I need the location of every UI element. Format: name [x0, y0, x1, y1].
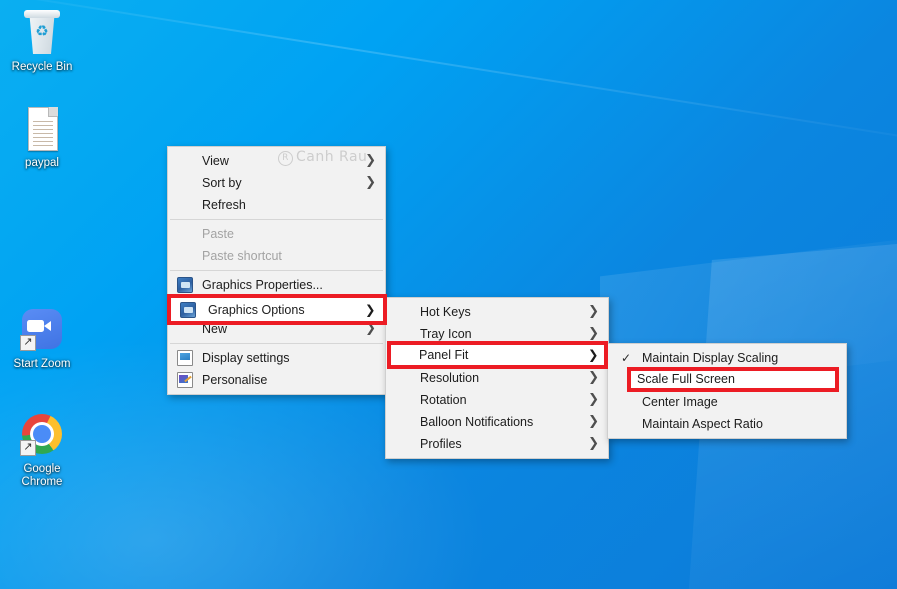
desktop-icon-recycle-bin[interactable]: ♻ Recycle Bin	[4, 8, 80, 74]
menu-item-label: Maintain Display Scaling	[642, 351, 779, 365]
menu-item-label: Scale Full Screen	[642, 373, 740, 387]
desktop-icon-label: Google Chrome	[21, 463, 63, 488]
menu-item-label: Hot Keys	[420, 305, 471, 319]
chevron-right-icon: ❯	[365, 153, 376, 168]
chevron-right-icon: ❯	[365, 175, 376, 190]
menu-item-paste-shortcut: Paste shortcut	[168, 245, 385, 267]
recycle-symbol-glyph: ♻	[35, 23, 49, 40]
menu-item-label: New	[202, 322, 228, 336]
recycle-bin-icon: ♻	[18, 8, 66, 56]
menu-item-label: Sort by	[202, 176, 242, 190]
menu-item-label: Graphics Options	[202, 300, 299, 314]
menu-item-label: Paste	[202, 227, 234, 241]
display-monitor-icon	[177, 350, 193, 366]
desktop[interactable]: ♻ Recycle Bin paypal ↗ Start Zoom ↗ Goog…	[0, 0, 897, 589]
chevron-right-icon: ❯	[365, 299, 376, 314]
text-document-icon	[18, 104, 66, 152]
menu-item-maintain-aspect-ratio[interactable]: Maintain Aspect Ratio	[608, 413, 846, 435]
menu-item-label: Rotation	[420, 393, 467, 407]
menu-item-label: Panel Fit	[420, 349, 470, 363]
menu-item-balloon-notifications[interactable]: Balloon Notifications ❯	[386, 411, 608, 433]
menu-item-paste: Paste	[168, 223, 385, 245]
graphics-options-submenu[interactable]: Hot Keys ❯ Tray Icon ❯ Panel Fit ❯ Resol…	[385, 297, 609, 459]
menu-item-label: Personalise	[202, 373, 268, 387]
intel-graphics-icon	[177, 277, 193, 293]
menu-item-scale-full-screen[interactable]: Scale Full Screen	[608, 369, 846, 391]
menu-item-resolution[interactable]: Resolution ❯	[386, 367, 608, 389]
menu-item-graphics-properties[interactable]: Graphics Properties...	[168, 274, 385, 296]
menu-separator	[170, 343, 383, 344]
menu-item-view[interactable]: View ❯	[168, 150, 385, 172]
menu-item-tray-icon[interactable]: Tray Icon ❯	[386, 323, 608, 345]
desktop-icon-label: paypal	[25, 157, 59, 169]
menu-item-maintain-display-scaling[interactable]: ✓ Maintain Display Scaling	[608, 347, 846, 369]
menu-item-center-image[interactable]: Center Image	[608, 391, 846, 413]
menu-item-graphics-options[interactable]: Graphics Options ❯	[168, 296, 385, 318]
chevron-right-icon: ❯	[588, 304, 599, 319]
desktop-icon-google-chrome[interactable]: ↗ Google Chrome	[4, 410, 80, 489]
menu-item-display-settings[interactable]: Display settings	[168, 347, 385, 369]
menu-item-label: Display settings	[202, 351, 290, 365]
menu-item-label: Tray Icon	[420, 327, 472, 341]
zoom-app-icon: ↗	[18, 305, 66, 353]
menu-item-profiles[interactable]: Profiles ❯	[386, 433, 608, 455]
shortcut-arrow-icon: ↗	[20, 335, 36, 351]
chevron-right-icon: ❯	[365, 321, 376, 336]
chevron-right-icon: ❯	[588, 436, 599, 451]
menu-item-personalise[interactable]: Personalise	[168, 369, 385, 391]
shortcut-arrow-icon: ↗	[20, 440, 36, 456]
chevron-right-icon: ❯	[588, 392, 599, 407]
background-light-streak	[0, 0, 897, 159]
menu-item-new[interactable]: New ❯	[168, 318, 385, 340]
menu-separator	[170, 270, 383, 271]
desktop-icon-label: Start Zoom	[13, 358, 71, 370]
menu-item-label: Balloon Notifications	[420, 415, 534, 429]
chrome-icon: ↗	[18, 410, 66, 458]
chevron-right-icon: ❯	[588, 348, 599, 363]
desktop-icon-paypal[interactable]: paypal	[4, 104, 80, 170]
menu-item-label: Graphics Properties...	[202, 278, 323, 292]
menu-item-refresh[interactable]: Refresh	[168, 194, 385, 216]
personalise-icon	[177, 372, 193, 388]
intel-graphics-icon	[177, 299, 193, 315]
menu-item-label: Center Image	[642, 395, 718, 409]
chevron-right-icon: ❯	[588, 414, 599, 429]
menu-item-label: Resolution	[420, 371, 480, 385]
menu-item-label: Maintain Aspect Ratio	[642, 417, 763, 431]
menu-item-label: View	[202, 154, 229, 168]
desktop-icon-start-zoom[interactable]: ↗ Start Zoom	[4, 305, 80, 371]
panel-fit-submenu[interactable]: ✓ Maintain Display Scaling Scale Full Sc…	[607, 343, 847, 439]
menu-item-panel-fit[interactable]: Panel Fit ❯	[386, 345, 608, 367]
menu-item-sort-by[interactable]: Sort by ❯	[168, 172, 385, 194]
menu-separator	[170, 219, 383, 220]
chevron-right-icon: ❯	[588, 370, 599, 385]
menu-item-label: Profiles	[420, 437, 462, 451]
checkmark-icon: ✓	[621, 351, 632, 365]
desktop-icon-label: Recycle Bin	[11, 61, 73, 73]
desktop-context-menu[interactable]: View ❯ Sort by ❯ Refresh Paste Paste sho…	[167, 146, 386, 395]
menu-item-label: Paste shortcut	[202, 249, 282, 263]
chevron-right-icon: ❯	[588, 326, 599, 341]
menu-item-rotation[interactable]: Rotation ❯	[386, 389, 608, 411]
menu-item-label: Refresh	[202, 198, 246, 212]
menu-item-hot-keys[interactable]: Hot Keys ❯	[386, 301, 608, 323]
